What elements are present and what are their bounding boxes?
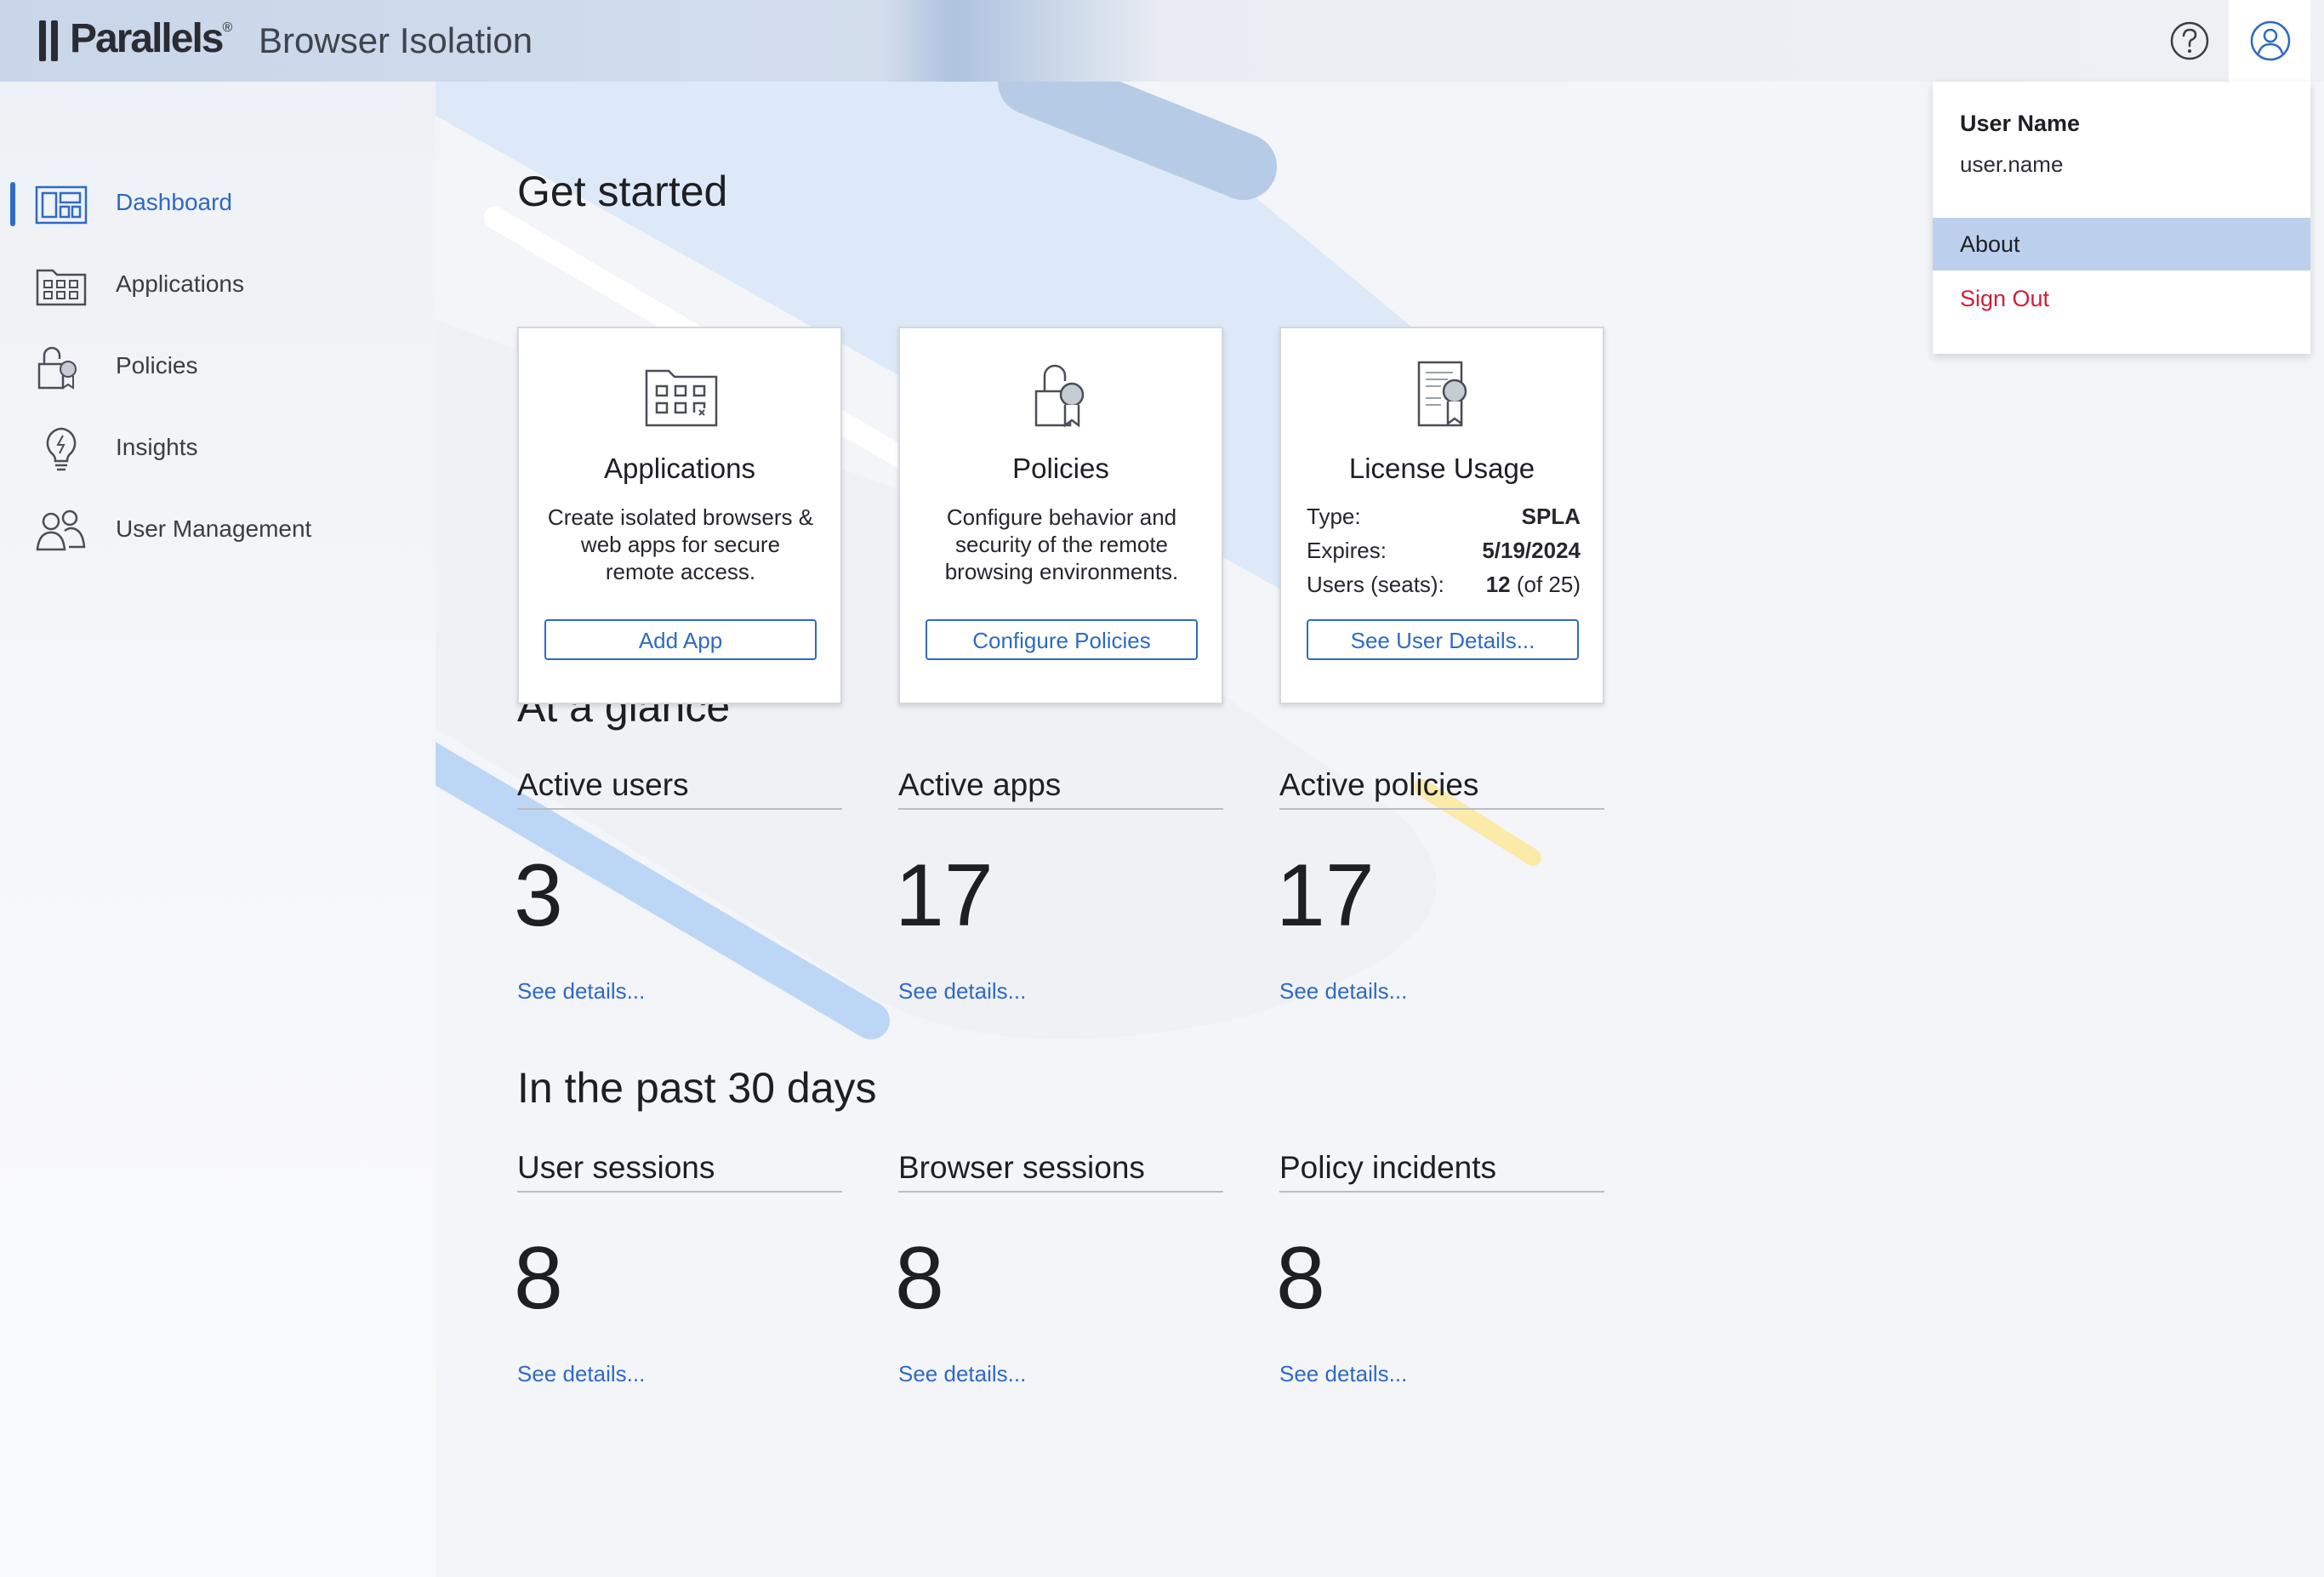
help-button[interactable] <box>2169 20 2210 61</box>
configure-policies-button[interactable]: Configure Policies <box>926 619 1198 660</box>
active-policies-value: 17 <box>1276 846 1375 945</box>
policy-incidents-label: Policy incidents <box>1279 1150 1604 1193</box>
card-description: Create isolated browsers & web apps for … <box>547 504 814 584</box>
sidebar-item-label: User Management <box>116 515 312 542</box>
active-policies-label: Active policies <box>1279 767 1604 810</box>
help-circle-icon <box>2170 21 2209 60</box>
license-expires-row: Expires: 5/19/2024 <box>1307 538 1581 566</box>
menu-username: user.name <box>1960 151 2064 177</box>
lock-badge-icon <box>37 346 77 390</box>
user-sessions-label: User sessions <box>517 1150 842 1193</box>
app-folder-icon <box>645 369 718 427</box>
active-users-label: Active users <box>517 767 842 810</box>
license-expires-value: 5/19/2024 <box>1482 538 1581 563</box>
card-title: Policies <box>1012 453 1109 484</box>
menu-item-about[interactable]: About <box>1933 218 2310 270</box>
active-users-value: 3 <box>514 846 563 945</box>
dashboard-icon <box>35 185 88 225</box>
certificate-icon <box>1417 361 1467 427</box>
add-app-button[interactable]: Add App <box>544 619 817 660</box>
user-circle-icon <box>2250 20 2291 61</box>
browser-sessions-details-link[interactable]: See details... <box>898 1361 1026 1387</box>
brand-name: Parallels <box>70 16 224 61</box>
applications-card: Applications Create isolated browsers & … <box>517 327 842 704</box>
sidebar-item-insights[interactable]: Insights <box>0 418 436 480</box>
app-folder-icon <box>36 269 87 306</box>
sidebar-item-label: Dashboard <box>116 189 232 215</box>
top-bar: Parallels® Browser Isolation <box>0 0 2324 82</box>
active-users-details-link[interactable]: See details... <box>517 978 645 1005</box>
user-sessions-value: 8 <box>514 1229 563 1328</box>
license-type-label: Type: <box>1307 504 1361 529</box>
product-name: Browser Isolation <box>259 20 533 60</box>
lock-badge-icon <box>1034 364 1085 428</box>
active-indicator <box>10 182 15 226</box>
user-sessions-details-link[interactable]: See details... <box>517 1361 645 1387</box>
license-type-row: Type: SPLA <box>1307 504 1581 532</box>
license-seats-row: Users (seats): 12 (of 25) <box>1307 572 1581 601</box>
active-apps-value: 17 <box>895 846 994 945</box>
brand-logo[interactable]: Parallels® <box>70 15 232 62</box>
menu-item-sign-out[interactable]: Sign Out <box>1960 286 2049 312</box>
sidebar: Dashboard Applications Policies Insights… <box>0 82 436 1577</box>
active-apps-label: Active apps <box>898 767 1223 810</box>
sidebar-item-label: Policies <box>116 352 198 379</box>
users-icon <box>36 510 86 551</box>
sidebar-item-policies[interactable]: Policies <box>0 337 436 398</box>
sidebar-item-user-management[interactable]: User Management <box>0 500 436 561</box>
card-title: Applications <box>604 453 755 484</box>
license-seats-label: Users (seats): <box>1307 572 1444 597</box>
license-expires-label: Expires: <box>1307 538 1387 563</box>
license-usage-card: License Usage Type: SPLA Expires: 5/19/2… <box>1279 327 1604 704</box>
lightbulb-icon <box>46 427 77 471</box>
policy-incidents-details-link[interactable]: See details... <box>1279 1361 1407 1387</box>
active-policies-details-link[interactable]: See details... <box>1279 978 1407 1005</box>
license-seats-value: 12 (of 25) <box>1485 572 1581 597</box>
past-30-days-heading: In the past 30 days <box>517 1064 877 1112</box>
card-title: License Usage <box>1348 453 1535 484</box>
policy-incidents-value: 8 <box>1276 1229 1325 1328</box>
sidebar-item-label: Applications <box>116 270 244 297</box>
user-account-button[interactable] <box>2229 0 2310 82</box>
brand-registered-mark: ® <box>222 20 233 35</box>
get-started-heading: Get started <box>517 168 728 215</box>
browser-sessions-label: Browser sessions <box>898 1150 1223 1193</box>
card-description: Configure behavior and security of the r… <box>944 504 1179 584</box>
browser-sessions-value: 8 <box>895 1229 944 1328</box>
sidebar-item-label: Insights <box>116 434 198 460</box>
sidebar-item-applications[interactable]: Applications <box>0 255 436 316</box>
menu-item-label: About <box>1960 231 2020 257</box>
user-menu-dropdown: User Name user.name About Sign Out <box>1933 82 2310 354</box>
see-user-details-button[interactable]: See User Details... <box>1307 619 1579 660</box>
sidebar-item-dashboard[interactable]: Dashboard <box>0 174 436 235</box>
license-type-value: SPLA <box>1521 504 1581 529</box>
active-apps-details-link[interactable]: See details... <box>898 978 1026 1005</box>
menu-user-name-label: User Name <box>1960 111 2081 136</box>
policies-card: Policies Configure behavior and security… <box>898 327 1223 704</box>
parallels-logo-icon <box>39 20 58 61</box>
